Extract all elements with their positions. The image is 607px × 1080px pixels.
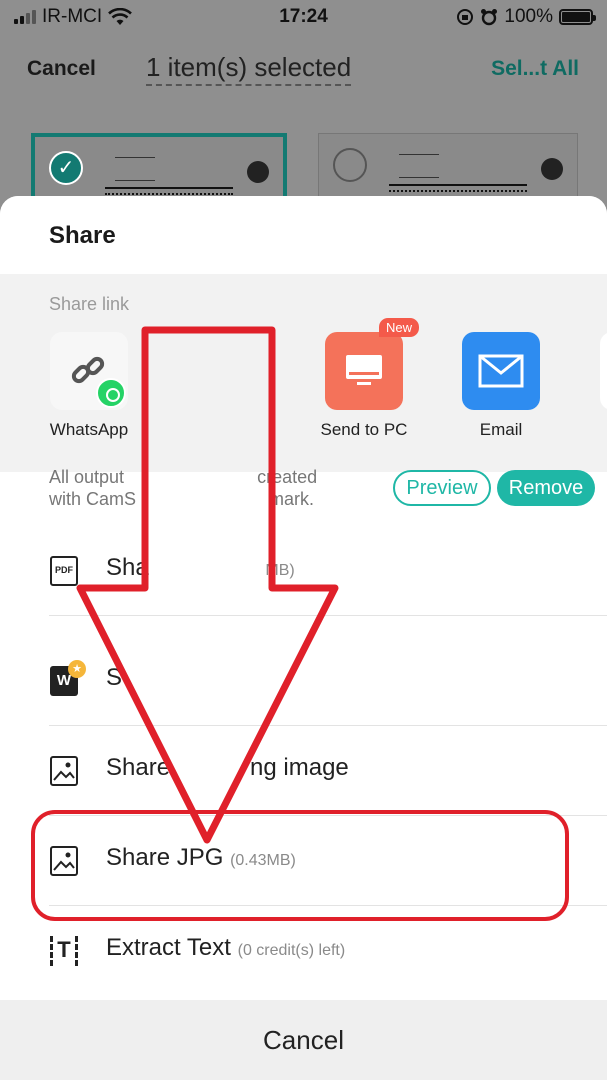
- document-text-block: [399, 154, 439, 178]
- watermark-text-part: mark.: [269, 489, 315, 509]
- document-thumbnail[interactable]: [318, 133, 578, 203]
- share-option-pdf[interactable]: PDF Sha MB): [0, 526, 607, 616]
- document-table-lines: [105, 187, 233, 195]
- preview-button[interactable]: Preview: [393, 470, 491, 506]
- share-sheet-header: Share: [0, 196, 607, 274]
- option-label: Sha MB): [106, 554, 295, 582]
- whatsapp-icon[interactable]: [50, 332, 128, 410]
- watermark-text-part: created: [257, 467, 318, 487]
- carrier-label: IR-MCI: [42, 6, 103, 27]
- status-left: IR-MCI: [14, 6, 133, 28]
- share-option-word[interactable]: W ★ S: [0, 636, 607, 726]
- option-label-text: Extract Text: [106, 934, 231, 961]
- premium-crown-icon: ★: [68, 660, 86, 678]
- share-sheet-title: Share: [49, 222, 116, 249]
- share-link-label: Share link: [49, 294, 130, 314]
- new-badge: New: [378, 318, 419, 337]
- watermark-text-part: All output: [49, 467, 125, 487]
- wifi-icon: [108, 8, 133, 25]
- option-label: Share JPG (0.43MB): [106, 844, 296, 872]
- battery-fill: [562, 12, 590, 22]
- selection-header: Cancel 1 item(s) selected Sel...t All: [0, 36, 607, 102]
- header-cancel-button[interactable]: Cancel: [27, 57, 96, 81]
- share-target-email[interactable]: Email: [451, 332, 551, 440]
- option-label: Extract Text (0 credit(s) left): [106, 934, 345, 962]
- whatsapp-badge-icon: [96, 378, 126, 408]
- watermark-text-part: with CamS: [49, 489, 137, 509]
- share-target-label: Send to PC: [320, 420, 408, 439]
- share-target-partial[interactable]: [600, 332, 607, 410]
- signal-icon: [14, 10, 36, 24]
- remove-watermark-button[interactable]: Remove: [497, 470, 595, 506]
- mail-icon[interactable]: [462, 332, 540, 410]
- pdf-icon: PDF: [50, 556, 78, 586]
- document-thumbnail-selected[interactable]: ✓: [31, 133, 287, 203]
- share-option-long-image[interactable]: Share ng image: [0, 726, 607, 816]
- option-label-text: Share: [106, 754, 171, 781]
- selection-count-title: 1 item(s) selected: [146, 52, 352, 86]
- share-target-label: Email: [479, 420, 523, 439]
- seal-icon: [247, 161, 269, 183]
- share-target-send-to-pc[interactable]: New Send to PC: [314, 318, 419, 440]
- computer-icon: [346, 355, 382, 385]
- option-label-text: ng image: [250, 754, 349, 781]
- share-target-label: WhatsApp: [49, 420, 129, 439]
- option-size: MB): [265, 562, 295, 579]
- document-table-lines: [389, 184, 527, 192]
- monitor-icon[interactable]: New: [325, 318, 419, 410]
- watermark-notice: All output created with CamS mark. Previ…: [49, 466, 595, 516]
- envelope-icon: [478, 354, 524, 388]
- status-bar: IR-MCI 17:24 100%: [0, 0, 607, 34]
- seal-icon: [541, 158, 563, 180]
- alarm-icon: [481, 9, 498, 26]
- image-icon: [50, 846, 78, 876]
- sheet-cancel-button[interactable]: Cancel: [0, 1000, 607, 1080]
- watermark-text: All output created with CamS mark.: [49, 466, 349, 510]
- orientation-lock-icon: [457, 9, 474, 25]
- checkmark-icon[interactable]: ✓: [49, 151, 83, 185]
- text-scan-icon: T: [50, 936, 78, 966]
- share-sheet: Share Share link WhatsApp New Send to PC…: [0, 196, 607, 1080]
- divider: [49, 615, 607, 616]
- option-label: S: [106, 664, 123, 691]
- select-all-button[interactable]: Sel...t All: [491, 57, 579, 81]
- share-link-section: Share link WhatsApp New Send to PC Email: [0, 274, 607, 472]
- battery-percent: 100%: [504, 6, 553, 27]
- image-icon: [50, 756, 78, 786]
- unchecked-circle-icon[interactable]: [333, 148, 367, 182]
- option-label-text: Share JPG: [106, 844, 224, 871]
- option-size: (0.43MB): [230, 852, 296, 869]
- status-right: 100%: [456, 6, 596, 28]
- document-text-block: [115, 157, 155, 181]
- share-option-extract-text[interactable]: T Extract Text (0 credit(s) left): [0, 906, 607, 996]
- option-credit-note: (0 credit(s) left): [237, 942, 346, 959]
- share-option-jpg[interactable]: Share JPG (0.43MB): [0, 816, 607, 906]
- battery-icon: [559, 9, 596, 25]
- share-target-whatsapp[interactable]: WhatsApp: [39, 332, 139, 440]
- option-label: Share ng image: [106, 754, 349, 782]
- option-label-text: Sha: [106, 554, 149, 581]
